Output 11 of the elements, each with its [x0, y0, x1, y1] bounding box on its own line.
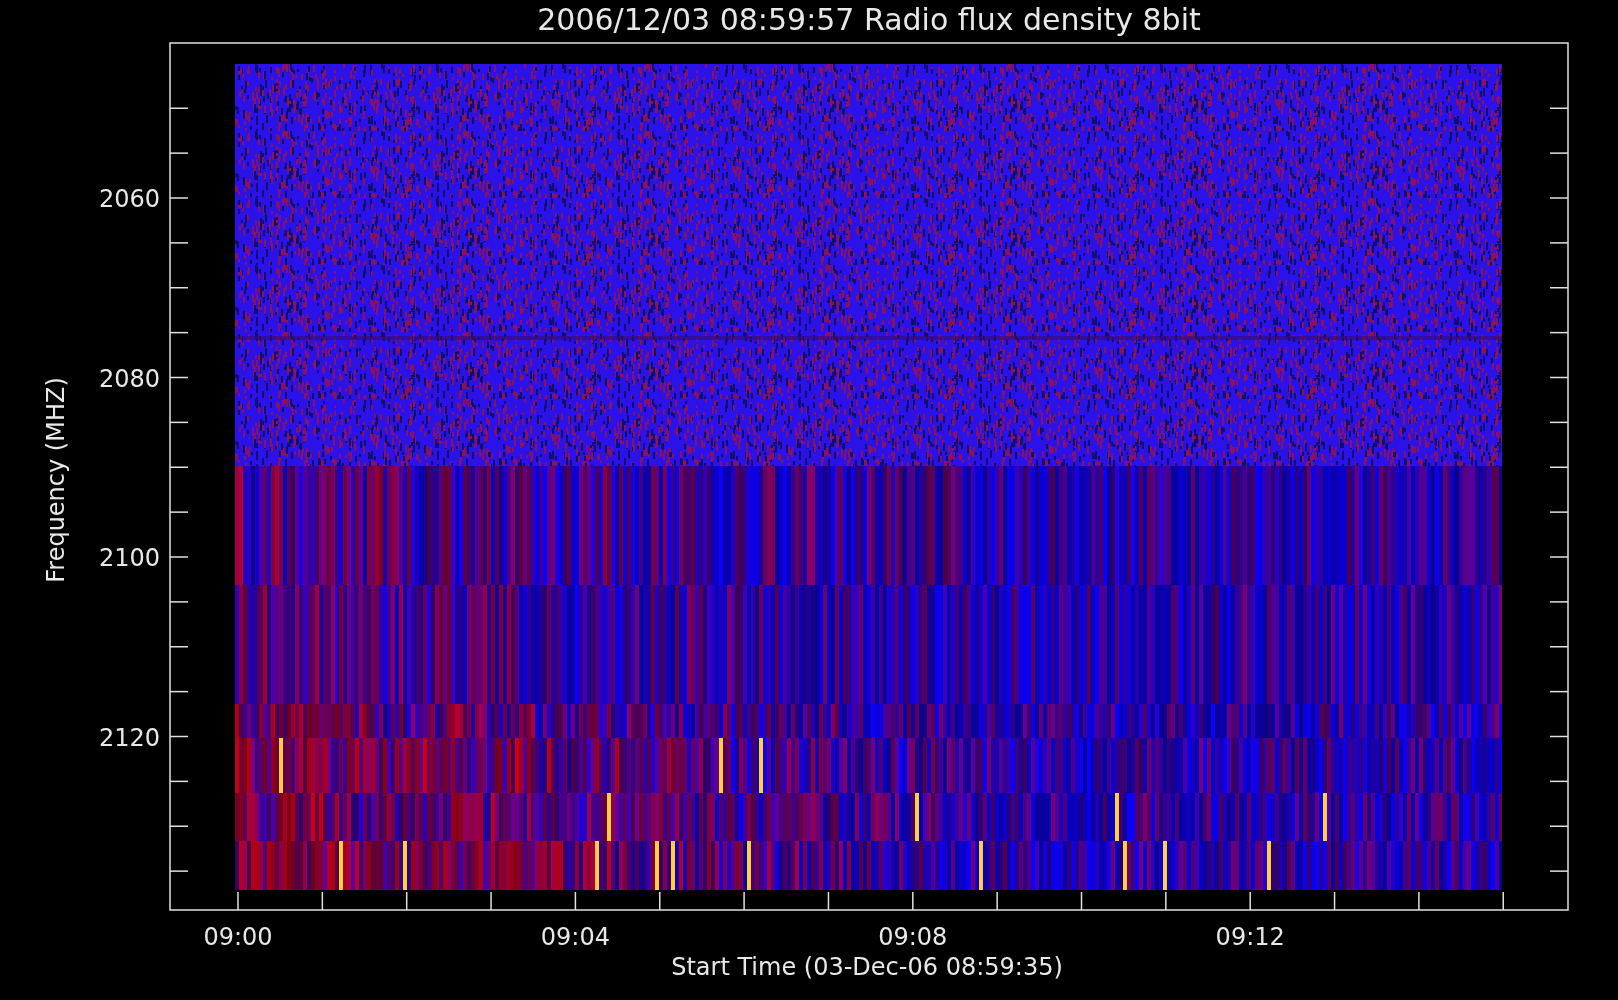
y-axis-label: Frequency (MHZ): [42, 377, 70, 583]
y-tick-label: 2120: [98, 723, 160, 752]
y-tick-label: 2100: [98, 544, 160, 572]
x-tick-label: 09:04: [540, 923, 610, 951]
x-tick-label: 09:00: [203, 923, 273, 951]
y-tick-label: 2060: [98, 185, 160, 213]
chart-title: 2006/12/03 08:59:57 Radio flux density 8bit: [537, 2, 1201, 37]
y-tick-label: 2080: [98, 364, 160, 393]
x-axis-label: Start Time (03-Dec-06 08:59:35): [671, 953, 1063, 981]
x-tick-label: 09:12: [1215, 923, 1285, 951]
x-tick-label: 09:08: [878, 923, 948, 951]
